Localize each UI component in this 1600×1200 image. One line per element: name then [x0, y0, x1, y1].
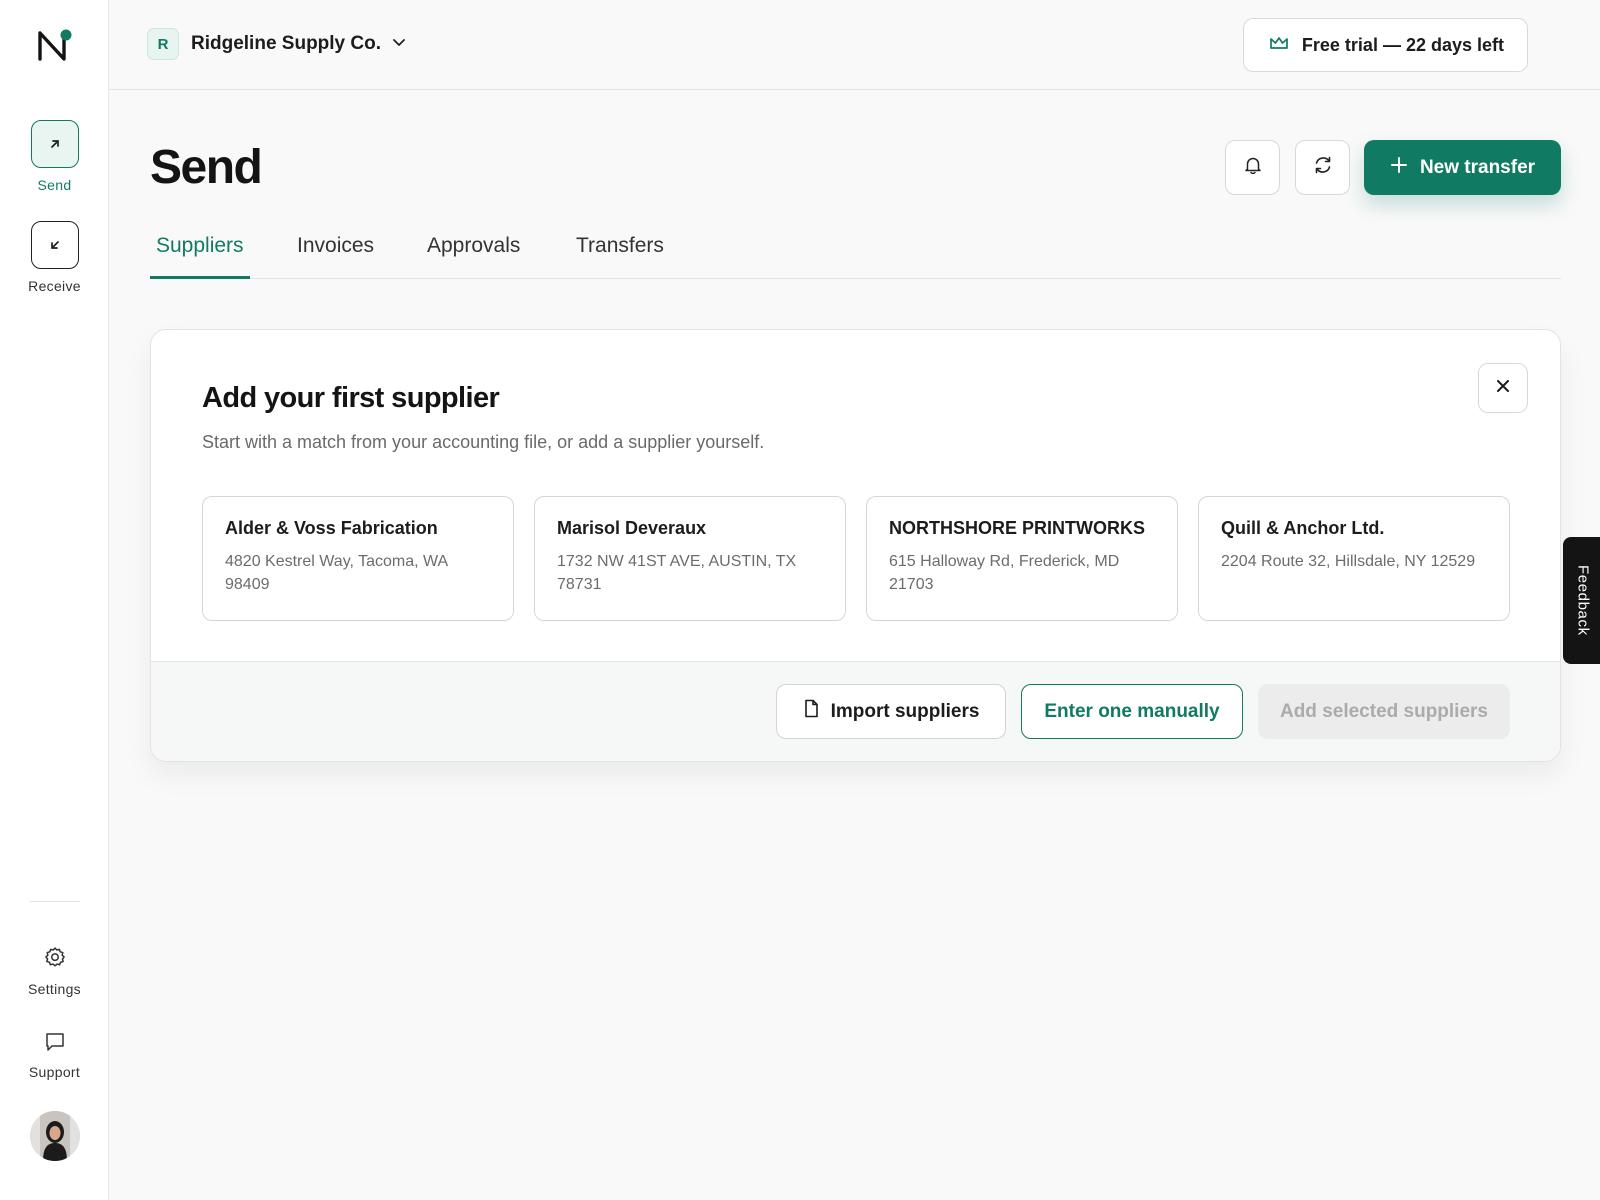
page-title: Send [150, 141, 263, 194]
supplier-option[interactable]: Marisol Deveraux 1732 NW 41ST AVE, AUSTI… [534, 496, 846, 621]
close-button[interactable] [1478, 363, 1528, 413]
add-selected-suppliers-button[interactable]: Add selected suppliers [1258, 684, 1510, 739]
tab-suppliers[interactable]: Suppliers [150, 234, 250, 279]
org-switcher[interactable]: R Ridgeline Supply Co. [147, 28, 407, 60]
sidebar-item-receive[interactable]: Receive [0, 221, 109, 294]
sidebar-item-label: Send [37, 177, 72, 193]
enter-manually-button[interactable]: Enter one manually [1021, 684, 1243, 739]
new-transfer-label: New transfer [1419, 156, 1536, 178]
sidebar-item-label: Settings [28, 981, 81, 997]
file-icon [803, 699, 819, 724]
tab-invoices[interactable]: Invoices [291, 234, 380, 279]
sidebar-item-send[interactable]: Send [0, 120, 109, 193]
org-name: Ridgeline Supply Co. [191, 33, 382, 54]
arrow-down-left-icon [30, 221, 79, 269]
sidebar-item-label: Support [28, 1064, 81, 1080]
avatar[interactable] [30, 1111, 80, 1161]
chat-bubble-icon [43, 1033, 67, 1058]
crown-icon [1269, 35, 1289, 56]
supplier-address: 615 Halloway Rd, Frederick, MD 21703 [889, 553, 1120, 593]
add-supplier-card: Add your first supplier Start with a mat… [150, 329, 1561, 762]
sidebar-divider [30, 901, 80, 902]
top-bar: R Ridgeline Supply Co. Free trial — 22 d… [109, 0, 1600, 90]
refresh-icon [1312, 154, 1334, 181]
gear-icon [42, 947, 68, 975]
trial-status-button[interactable]: Free trial — 22 days left [1242, 18, 1528, 72]
supplier-option[interactable]: Alder & Voss Fabrication 4820 Kestrel Wa… [202, 496, 514, 621]
sidebar: Send Receive Settings Support [0, 0, 109, 1200]
supplier-name: Alder & Voss Fabrication [225, 518, 438, 538]
supplier-name: Quill & Anchor Ltd. [1221, 518, 1385, 538]
notifications-button[interactable] [1225, 140, 1280, 195]
sidebar-item-settings[interactable]: Settings [0, 945, 109, 997]
arrow-up-right-icon [30, 120, 79, 168]
sidebar-item-support[interactable]: Support [0, 1030, 109, 1080]
card-title: Add your first supplier [202, 382, 500, 414]
app-logo[interactable] [36, 28, 76, 62]
import-suppliers-button[interactable]: Import suppliers [776, 684, 1006, 739]
tab-transfers[interactable]: Transfers [570, 234, 670, 279]
supplier-option[interactable]: NORTHSHORE PRINTWORKS 615 Halloway Rd, F… [866, 496, 1178, 621]
supplier-option[interactable]: Quill & Anchor Ltd. 2204 Route 32, Hills… [1198, 496, 1510, 621]
new-transfer-button[interactable]: New transfer [1364, 140, 1561, 195]
bell-icon [1242, 154, 1264, 181]
plus-icon [1390, 156, 1408, 180]
supplier-name: Marisol Deveraux [557, 518, 707, 538]
trial-text: Free trial — 22 days left [1301, 34, 1504, 55]
feedback-tab[interactable]: Feedback [1563, 537, 1600, 664]
chevron-down-icon [391, 34, 407, 55]
supplier-name: NORTHSHORE PRINTWORKS [889, 518, 1145, 538]
tab-bar: Suppliers Invoices Approvals Transfers [150, 222, 1561, 279]
supplier-address: 2204 Route 32, Hillsdale, NY 12529 [1221, 553, 1476, 570]
card-subtitle: Start with a match from your accounting … [202, 432, 765, 452]
org-badge: R [147, 28, 179, 60]
close-icon [1495, 378, 1511, 399]
sidebar-item-label: Receive [28, 278, 81, 294]
tab-approvals[interactable]: Approvals [421, 234, 526, 279]
refresh-button[interactable] [1295, 140, 1350, 195]
import-suppliers-label: Import suppliers [830, 700, 980, 722]
supplier-address: 4820 Kestrel Way, Tacoma, WA 98409 [225, 553, 448, 593]
feedback-label: Feedback [1574, 565, 1592, 636]
supplier-address: 1732 NW 41ST AVE, AUSTIN, TX 78731 [557, 553, 797, 593]
